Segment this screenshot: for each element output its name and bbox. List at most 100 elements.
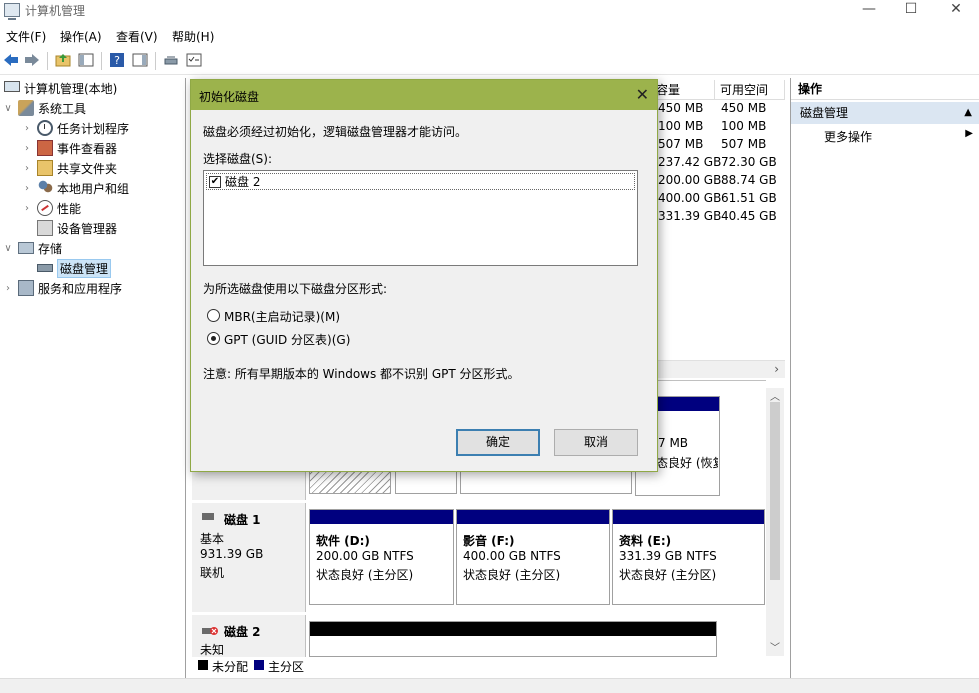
- status-bar: [0, 678, 979, 693]
- tree-node-event-viewer[interactable]: › 事件查看器: [21, 138, 117, 158]
- disk-error-icon: [202, 625, 218, 635]
- menu-file[interactable]: 文件(F): [6, 28, 46, 45]
- chevron-right-icon[interactable]: ›: [21, 183, 33, 194]
- collapse-up-icon[interactable]: ▲: [964, 102, 972, 124]
- mbr-radio[interactable]: [207, 309, 220, 322]
- dialog-title: 初始化磁盘: [199, 90, 260, 104]
- gpt-label[interactable]: GPT (GUID 分区表)(G): [224, 331, 350, 348]
- show-hide-tree-button[interactable]: [77, 51, 97, 71]
- forward-button[interactable]: [23, 51, 43, 71]
- cell-capacity: 507 MB: [658, 137, 704, 151]
- tree-node-shared-folders[interactable]: › 共享文件夹: [21, 158, 117, 178]
- cell-free: 72.30 GB: [721, 155, 777, 169]
- cell-free: 100 MB: [721, 119, 767, 133]
- chevron-right-icon[interactable]: ›: [21, 163, 33, 174]
- disk2-unallocated[interactable]: [309, 621, 717, 657]
- action-pane-icon: [132, 53, 148, 67]
- gpt-note: 注意: 所有早期版本的 Windows 都不识别 GPT 分区形式。: [203, 367, 520, 381]
- scroll-down-icon[interactable]: ﹀: [770, 639, 780, 654]
- gpt-radio[interactable]: [207, 332, 220, 345]
- more-actions-link[interactable]: 更多操作: [824, 128, 872, 145]
- cell-capacity: 400.00 GB: [658, 191, 722, 205]
- back-arrow-icon: [4, 54, 18, 66]
- chevron-right-icon[interactable]: ›: [21, 143, 33, 154]
- partition-d[interactable]: 软件 (D:) 200.00 GB NTFS 状态良好 (主分区): [309, 509, 454, 605]
- chevron-right-icon[interactable]: ›: [2, 283, 14, 294]
- drive-icon: [164, 56, 178, 65]
- event-viewer-icon: [37, 140, 53, 156]
- svg-text:?: ?: [114, 54, 120, 67]
- menu-action[interactable]: 操作(A): [60, 28, 102, 45]
- tree-node-performance[interactable]: › 性能: [21, 198, 81, 218]
- disk2-header[interactable]: 磁盘 2 未知: [192, 615, 306, 657]
- shared-folder-icon: [37, 160, 53, 176]
- primary-swatch: [254, 660, 264, 670]
- cancel-button[interactable]: 取消: [554, 429, 638, 456]
- menu-view[interactable]: 查看(V): [116, 28, 158, 45]
- dialog-intro: 磁盘必须经过初始化，逻辑磁盘管理器才能访问。: [203, 125, 468, 139]
- vertical-scrollbar[interactable]: ︿ ﹀: [766, 388, 784, 656]
- scroll-up-icon[interactable]: ︿: [770, 388, 780, 403]
- ok-button[interactable]: 确定: [456, 429, 540, 456]
- connect-drive-button[interactable]: [162, 51, 182, 71]
- disk-list-item[interactable]: ✔ 磁盘 2: [206, 173, 635, 190]
- cell-capacity: 237.42 GB: [658, 155, 722, 169]
- actions-header: 操作: [791, 78, 979, 100]
- disk1-header[interactable]: 磁盘 1 基本 931.39 GB 联机: [192, 503, 306, 612]
- dialog-title-bar: 初始化磁盘 ✕: [191, 80, 657, 110]
- cell-free: 61.51 GB: [721, 191, 777, 205]
- services-icon: [18, 280, 34, 296]
- tree-node-root[interactable]: 计算机管理(本地): [4, 78, 117, 98]
- tree-node-services[interactable]: › 服务和应用程序: [2, 278, 122, 298]
- console-tree: 计算机管理(本地) ∨ 系统工具 › 任务计划程序 › 事件查看器 › 共享文件…: [0, 78, 186, 678]
- partition-e[interactable]: 资料 (E:) 331.39 GB NTFS 状态良好 (主分区): [612, 509, 765, 605]
- partition-f[interactable]: 影音 (F:) 400.00 GB NTFS 状态良好 (主分区): [456, 509, 610, 605]
- horizontal-scrollbar[interactable]: ›: [655, 360, 785, 378]
- cell-free: 507 MB: [721, 137, 767, 151]
- computer-management-icon: [4, 3, 20, 20]
- actions-section-disk-management[interactable]: 磁盘管理 ▲: [791, 102, 979, 124]
- scroll-thumb[interactable]: [770, 402, 780, 580]
- performance-icon: [37, 200, 53, 216]
- disk-listbox[interactable]: ✔ 磁盘 2: [203, 170, 638, 266]
- dialog-close-icon[interactable]: ✕: [636, 85, 649, 104]
- cell-capacity: 450 MB: [658, 101, 704, 115]
- tools-icon: [18, 100, 34, 116]
- mbr-label[interactable]: MBR(主启动记录)(M): [224, 308, 340, 325]
- partition-style-label: 为所选磁盘使用以下磁盘分区形式:: [203, 282, 388, 296]
- back-button[interactable]: [2, 51, 22, 71]
- tree-node-task-scheduler[interactable]: › 任务计划程序: [21, 118, 129, 138]
- maximize-button[interactable]: ☐: [888, 0, 934, 22]
- checklist-icon: [186, 53, 202, 67]
- console-tree-icon: [78, 53, 94, 67]
- cell-capacity: 200.00 GB: [658, 173, 722, 187]
- close-button[interactable]: ✕: [933, 0, 979, 22]
- scroll-right-icon[interactable]: ›: [774, 362, 779, 376]
- chevron-right-icon[interactable]: ›: [21, 203, 33, 214]
- chevron-right-icon[interactable]: ›: [21, 123, 33, 134]
- folder-up-icon: [55, 54, 71, 67]
- column-capacity[interactable]: 容量: [656, 81, 680, 99]
- tree-node-device-manager[interactable]: 设备管理器: [37, 218, 117, 238]
- forward-arrow-icon: [25, 54, 39, 66]
- chevron-down-icon[interactable]: ∨: [2, 243, 14, 254]
- chevron-down-icon[interactable]: ∨: [2, 103, 14, 114]
- help-icon: ?: [110, 53, 124, 67]
- tree-node-disk-management[interactable]: 磁盘管理: [37, 258, 112, 278]
- cell-capacity: 331.39 GB: [658, 209, 722, 223]
- tree-node-storage[interactable]: ∨ 存储: [2, 238, 62, 258]
- menu-help[interactable]: 帮助(H): [172, 28, 214, 45]
- minimize-button[interactable]: —: [846, 0, 892, 22]
- checklist-button[interactable]: [185, 51, 205, 71]
- computer-icon: [4, 81, 20, 92]
- tree-node-local-users[interactable]: › 本地用户和组: [21, 178, 129, 198]
- disk-icon: [202, 513, 214, 520]
- help-button[interactable]: ?: [108, 51, 128, 71]
- column-free-space[interactable]: 可用空间: [720, 81, 768, 99]
- legend: 未分配 主分区: [192, 657, 782, 675]
- up-folder-button[interactable]: [54, 51, 74, 71]
- show-action-pane-button[interactable]: [131, 51, 151, 71]
- disk-checkbox[interactable]: ✔: [209, 175, 221, 188]
- tree-node-system-tools[interactable]: ∨ 系统工具: [2, 98, 86, 118]
- users-icon: [37, 180, 53, 196]
